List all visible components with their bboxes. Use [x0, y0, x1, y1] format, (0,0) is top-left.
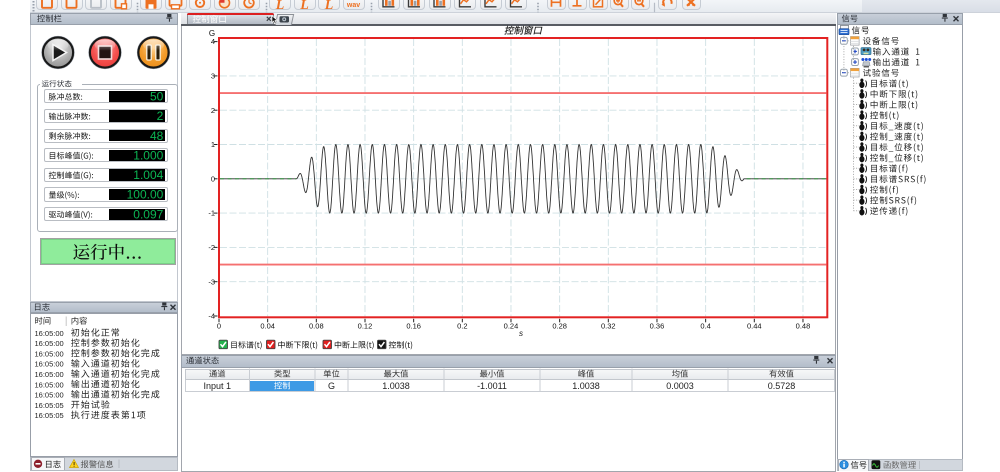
svg-text:-4: -4 — [208, 312, 215, 321]
svg-text:wav: wav — [346, 2, 360, 9]
svg-text:16:05:00: 16:05:00 — [35, 370, 64, 379]
svg-text:16:05:00: 16:05:00 — [35, 360, 64, 369]
svg-text:0: 0 — [217, 322, 221, 331]
svg-text:s: s — [519, 329, 523, 338]
svg-text:1.0038: 1.0038 — [382, 381, 410, 391]
svg-text:G: G — [209, 29, 215, 38]
svg-text:2: 2 — [157, 109, 164, 123]
svg-text:0.2: 0.2 — [457, 322, 467, 331]
svg-text:-2: -2 — [208, 243, 215, 252]
svg-text:1: 1 — [211, 140, 215, 149]
svg-text:0.5728: 0.5728 — [768, 381, 796, 391]
svg-text:100.00: 100.00 — [127, 188, 164, 202]
svg-text:L: L — [299, 0, 309, 13]
svg-text:0.44: 0.44 — [747, 322, 762, 331]
svg-text:-1: -1 — [208, 209, 215, 218]
svg-text:0.16: 0.16 — [406, 322, 421, 331]
svg-text:1.0038: 1.0038 — [572, 381, 600, 391]
svg-text:3: 3 — [211, 72, 215, 81]
svg-text:1.004: 1.004 — [133, 168, 163, 182]
svg-text:G: G — [328, 381, 335, 391]
svg-text:16:05:00: 16:05:00 — [35, 380, 64, 389]
svg-text:2: 2 — [211, 106, 215, 115]
svg-text:0.4: 0.4 — [700, 322, 710, 331]
svg-text:0.28: 0.28 — [552, 322, 567, 331]
svg-text:16:05:05: 16:05:05 — [35, 411, 64, 420]
svg-text:50: 50 — [150, 90, 164, 104]
svg-text:0.48: 0.48 — [796, 322, 811, 331]
svg-text:0.04: 0.04 — [260, 322, 275, 331]
svg-text:16:05:00: 16:05:00 — [35, 339, 64, 348]
svg-text:L: L — [275, 0, 285, 13]
svg-text:0.12: 0.12 — [358, 322, 373, 331]
svg-text:0: 0 — [211, 174, 215, 183]
svg-text:L: L — [324, 0, 334, 13]
svg-text:0.32: 0.32 — [601, 322, 616, 331]
svg-text:0.097: 0.097 — [133, 207, 163, 221]
svg-text:16:05:05: 16:05:05 — [35, 401, 64, 410]
svg-text:16:05:00: 16:05:00 — [35, 391, 64, 400]
svg-text:4: 4 — [211, 37, 215, 46]
svg-text:48: 48 — [150, 129, 164, 143]
svg-text:0.36: 0.36 — [650, 322, 665, 331]
svg-text:0.0003: 0.0003 — [666, 381, 694, 391]
svg-text:-1.0011: -1.0011 — [477, 381, 507, 391]
svg-text:16:05:00: 16:05:00 — [35, 329, 64, 338]
svg-text:0.24: 0.24 — [504, 322, 519, 331]
svg-text:1.000: 1.000 — [133, 148, 163, 162]
svg-text:16:05:00: 16:05:00 — [35, 349, 64, 358]
svg-text:0.08: 0.08 — [309, 322, 324, 331]
svg-text:-3: -3 — [208, 277, 215, 286]
svg-text:Input 1: Input 1 — [203, 381, 231, 391]
